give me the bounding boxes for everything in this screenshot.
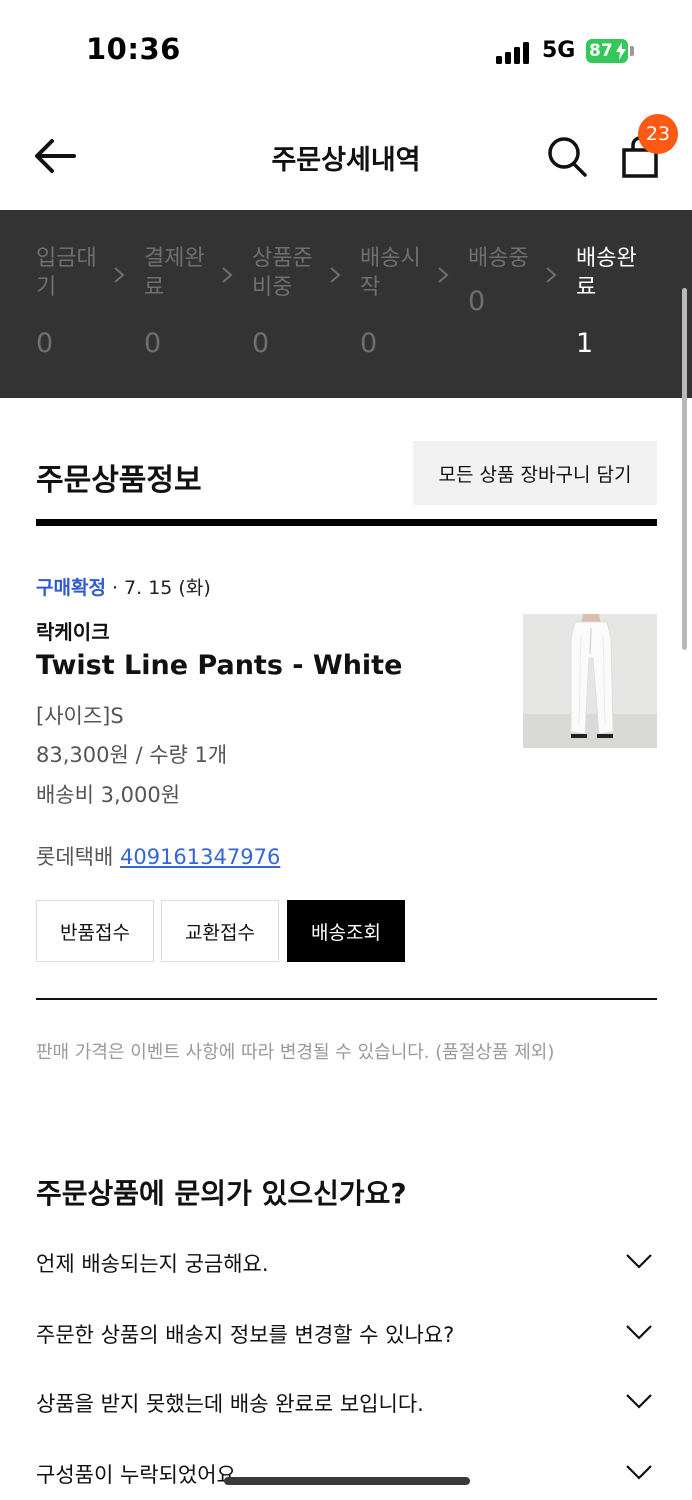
network-type: 5G (542, 38, 576, 63)
tracking-number-link[interactable]: 409161347976 (120, 845, 280, 869)
chevron-right-icon (546, 267, 557, 283)
charging-bolt-icon (616, 42, 626, 60)
purchase-status-line: 구매확정 · 7. 15 (화) (36, 573, 211, 600)
progress-step-shipping-started[interactable]: 배송시작 0 (360, 244, 436, 359)
faq-item[interactable]: 상품을 받지 못했는데 배송 완료로 보입니다. (36, 1388, 657, 1448)
order-product-title: 주문상품정보 (36, 463, 202, 498)
chevron-right-icon (114, 267, 125, 283)
step-label: 입금대기 (36, 246, 97, 300)
battery-icon: 87 (586, 39, 628, 63)
progress-step-payment-complete[interactable]: 결제완료 0 (144, 244, 220, 359)
chevron-right-icon (330, 267, 341, 283)
signal-icon (496, 42, 532, 64)
progress-step-in-transit[interactable]: 배송중 0 (468, 244, 544, 317)
app-header: 주문상세내역 (0, 100, 692, 210)
carrier-line: 롯데택배 409161347976 (36, 841, 280, 871)
product-price-quantity: 83,300원 / 수량 1개 (36, 743, 228, 767)
order-progress: 입금대기 0 결제완료 0 상품준비중 0 배송시작 0 배송중 0 배송완료 … (0, 210, 692, 398)
faq-question: 구성품이 누락되었어요. (36, 1463, 243, 1487)
chevron-down-icon (626, 1465, 652, 1480)
battery-cap (630, 46, 634, 56)
progress-step-pending-deposit[interactable]: 입금대기 0 (36, 244, 112, 359)
return-request-button[interactable]: 반품접수 (36, 900, 154, 962)
step-label: 결제완료 (144, 246, 205, 300)
chevron-right-icon (438, 267, 449, 283)
faq-item[interactable]: 언제 배송되는지 궁금해요. (36, 1248, 657, 1308)
faq-title: 주문상품에 문의가 있으신가요? (36, 1177, 407, 1210)
chevron-right-icon (222, 267, 233, 283)
product-thumbnail[interactable] (523, 614, 657, 748)
exchange-request-button[interactable]: 교환접수 (161, 900, 279, 962)
progress-step-preparing[interactable]: 상품준비중 0 (252, 244, 328, 359)
product-option: [사이즈]S (36, 704, 124, 728)
shipping-fee: 배송비 3,000원 (36, 783, 181, 807)
step-label: 배송시작 (360, 246, 421, 300)
add-all-to-cart-button[interactable]: 모든 상품 장바구니 담기 (413, 441, 657, 505)
scrollbar[interactable] (682, 288, 687, 650)
step-count: 0 (360, 328, 378, 359)
status-time: 10:36 (86, 32, 181, 66)
cart-count-badge: 23 (638, 114, 678, 154)
step-count: 0 (36, 328, 54, 359)
order-date: · 7. 15 (화) (105, 577, 211, 599)
status-bar: 10:36 5G 87 (0, 0, 692, 100)
faq-question: 언제 배송되는지 궁금해요. (36, 1252, 269, 1276)
product-photo (523, 614, 657, 748)
faq-question: 주문한 상품의 배송지 정보를 변경할 수 있나요? (36, 1323, 455, 1347)
home-indicator[interactable] (224, 1477, 470, 1485)
step-label: 상품준비중 (252, 246, 313, 300)
brand-name[interactable]: 락케이크 (36, 616, 110, 645)
faq-item[interactable]: 주문한 상품의 배송지 정보를 변경할 수 있나요? (36, 1319, 657, 1379)
step-count: 1 (576, 328, 594, 359)
carrier-name: 롯데택배 (36, 845, 120, 869)
chevron-down-icon (626, 1325, 652, 1340)
track-delivery-button[interactable]: 배송조회 (287, 900, 405, 962)
step-count: 0 (468, 286, 486, 317)
chevron-down-icon (626, 1394, 652, 1409)
item-divider (36, 998, 657, 1000)
search-icon[interactable] (546, 134, 588, 178)
faq-question: 상품을 받지 못했는데 배송 완료로 보입니다. (36, 1392, 424, 1416)
price-notice: 판매 가격은 이벤트 사항에 따라 변경될 수 있습니다. (품절상품 제외) (36, 1042, 555, 1063)
chevron-down-icon (626, 1254, 652, 1269)
product-name[interactable]: Twist Line Pants - White (36, 650, 402, 681)
step-count: 0 (144, 328, 162, 359)
step-label: 배송중 (468, 246, 529, 271)
page-title: 주문상세내역 (271, 145, 421, 176)
battery-level: 87 (589, 41, 613, 61)
progress-step-delivered[interactable]: 배송완료 1 (576, 244, 652, 359)
purchase-confirmed-label: 구매확정 (36, 577, 106, 599)
step-label: 배송완료 (576, 246, 637, 300)
section-divider (36, 519, 657, 526)
step-count: 0 (252, 328, 270, 359)
